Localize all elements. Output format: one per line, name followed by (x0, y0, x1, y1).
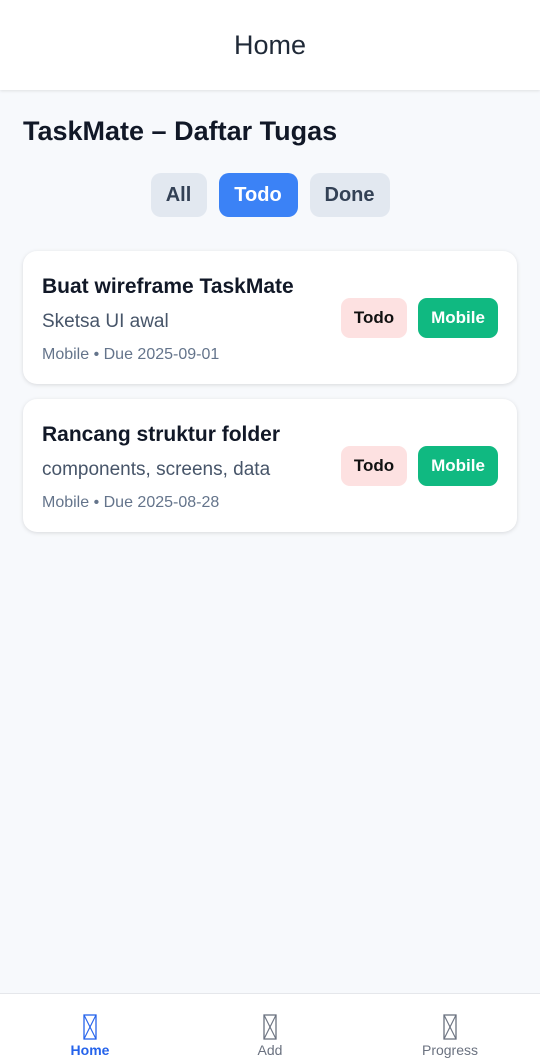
nav-add[interactable]: Add (180, 994, 360, 1063)
task-description: components, screens, data (42, 459, 271, 480)
filter-done-button[interactable]: Done (309, 173, 390, 217)
task-meta: Mobile • Due 2025-08-28 (42, 494, 220, 511)
task-card[interactable]: Buat wireframe TaskMate Sketsa UI awal M… (23, 251, 517, 384)
task-card[interactable]: Rancang struktur folder components, scre… (23, 399, 517, 532)
nav-label: Add (257, 1042, 283, 1058)
category-badge: Mobile (418, 446, 498, 486)
task-title: Rancang struktur folder (42, 423, 281, 446)
status-badge: Todo (341, 298, 407, 338)
placeholder-icon (83, 1014, 97, 1040)
page-title: TaskMate – Daftar Tugas (23, 116, 338, 146)
nav-home[interactable]: Home (0, 994, 180, 1063)
bottom-nav: Home Add Progress (0, 993, 540, 1063)
task-meta: Mobile • Due 2025-09-01 (42, 346, 220, 363)
header-title: Home (233, 29, 307, 60)
filter-bar: All Todo Done (0, 173, 540, 217)
placeholder-icon (443, 1014, 457, 1040)
app-header: Home (0, 0, 540, 90)
task-title: Buat wireframe TaskMate (42, 275, 294, 298)
placeholder-icon (263, 1014, 277, 1040)
filter-todo-button[interactable]: Todo (218, 173, 298, 217)
nav-progress[interactable]: Progress (360, 994, 540, 1063)
filter-all-button[interactable]: All (150, 173, 207, 217)
category-badge: Mobile (418, 298, 498, 338)
nav-label: Home (70, 1042, 110, 1058)
task-description: Sketsa UI awal (42, 311, 169, 332)
nav-label: Progress (421, 1042, 479, 1058)
status-badge: Todo (341, 446, 407, 486)
